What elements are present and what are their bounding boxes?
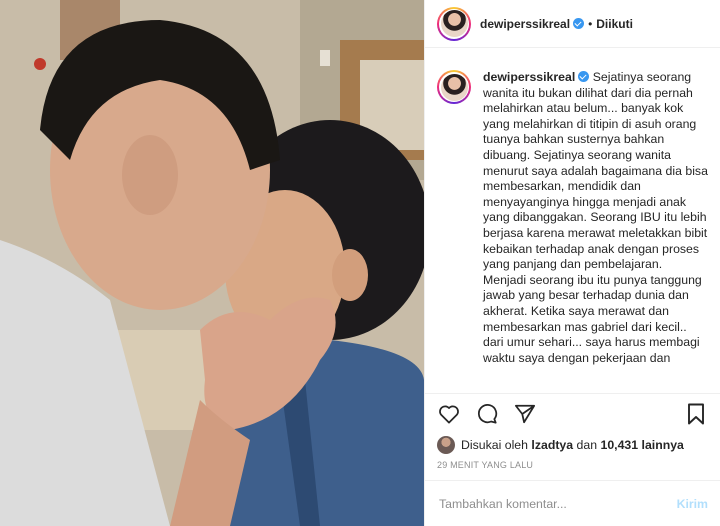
post-photo[interactable] <box>0 0 424 526</box>
likes-count[interactable]: 10,431 lainnya <box>601 438 684 452</box>
follow-status-button[interactable]: Diikuti <box>596 17 633 31</box>
likes-summary: Disukai oleh lzadtya dan 10,431 lainnya <box>425 434 720 456</box>
verified-badge-icon <box>573 18 585 29</box>
post-comment-button[interactable]: Kirim <box>677 497 708 511</box>
post-timestamp[interactable]: 29 MENIT YANG LALU <box>425 456 720 480</box>
likes-middle: dan <box>576 438 598 452</box>
comment-input[interactable] <box>437 495 677 512</box>
caption-username[interactable]: dewiperssikreal <box>483 70 575 84</box>
author-username[interactable]: dewiperssikreal <box>480 17 570 31</box>
post-side-panel: dewiperssikreal • Diikuti dewiperssikrea… <box>424 0 720 526</box>
instagram-post: dewiperssikreal • Diikuti dewiperssikrea… <box>0 0 720 526</box>
comment-icon[interactable] <box>475 402 499 426</box>
caption: dewiperssikreal Sejatinya seorang wanita… <box>483 70 708 393</box>
likes-prefix: Disukai oleh <box>461 438 528 452</box>
author-avatar[interactable] <box>437 6 471 41</box>
liker-avatar[interactable] <box>437 436 455 454</box>
bookmark-icon[interactable] <box>684 402 708 426</box>
action-bar <box>425 394 720 434</box>
comments-section: dewiperssikreal Sejatinya seorang wanita… <box>425 48 720 394</box>
caption-text: Sejatinya seorang wanita itu bukan dilih… <box>483 70 712 365</box>
share-icon[interactable] <box>513 402 537 426</box>
avatar-inner <box>439 72 469 102</box>
post-header: dewiperssikreal • Diikuti <box>425 0 720 48</box>
add-comment-bar: Kirim <box>425 480 720 526</box>
liker-username[interactable]: lzadtya <box>531 438 573 452</box>
avatar-image <box>440 10 468 37</box>
heart-icon[interactable] <box>437 402 461 426</box>
caption-author-avatar[interactable] <box>437 70 471 104</box>
avatar-inner <box>439 8 469 39</box>
verified-badge-icon <box>578 71 590 82</box>
avatar-image <box>440 73 468 101</box>
separator-dot: • <box>588 16 593 31</box>
post-photo-illustration <box>0 0 424 526</box>
